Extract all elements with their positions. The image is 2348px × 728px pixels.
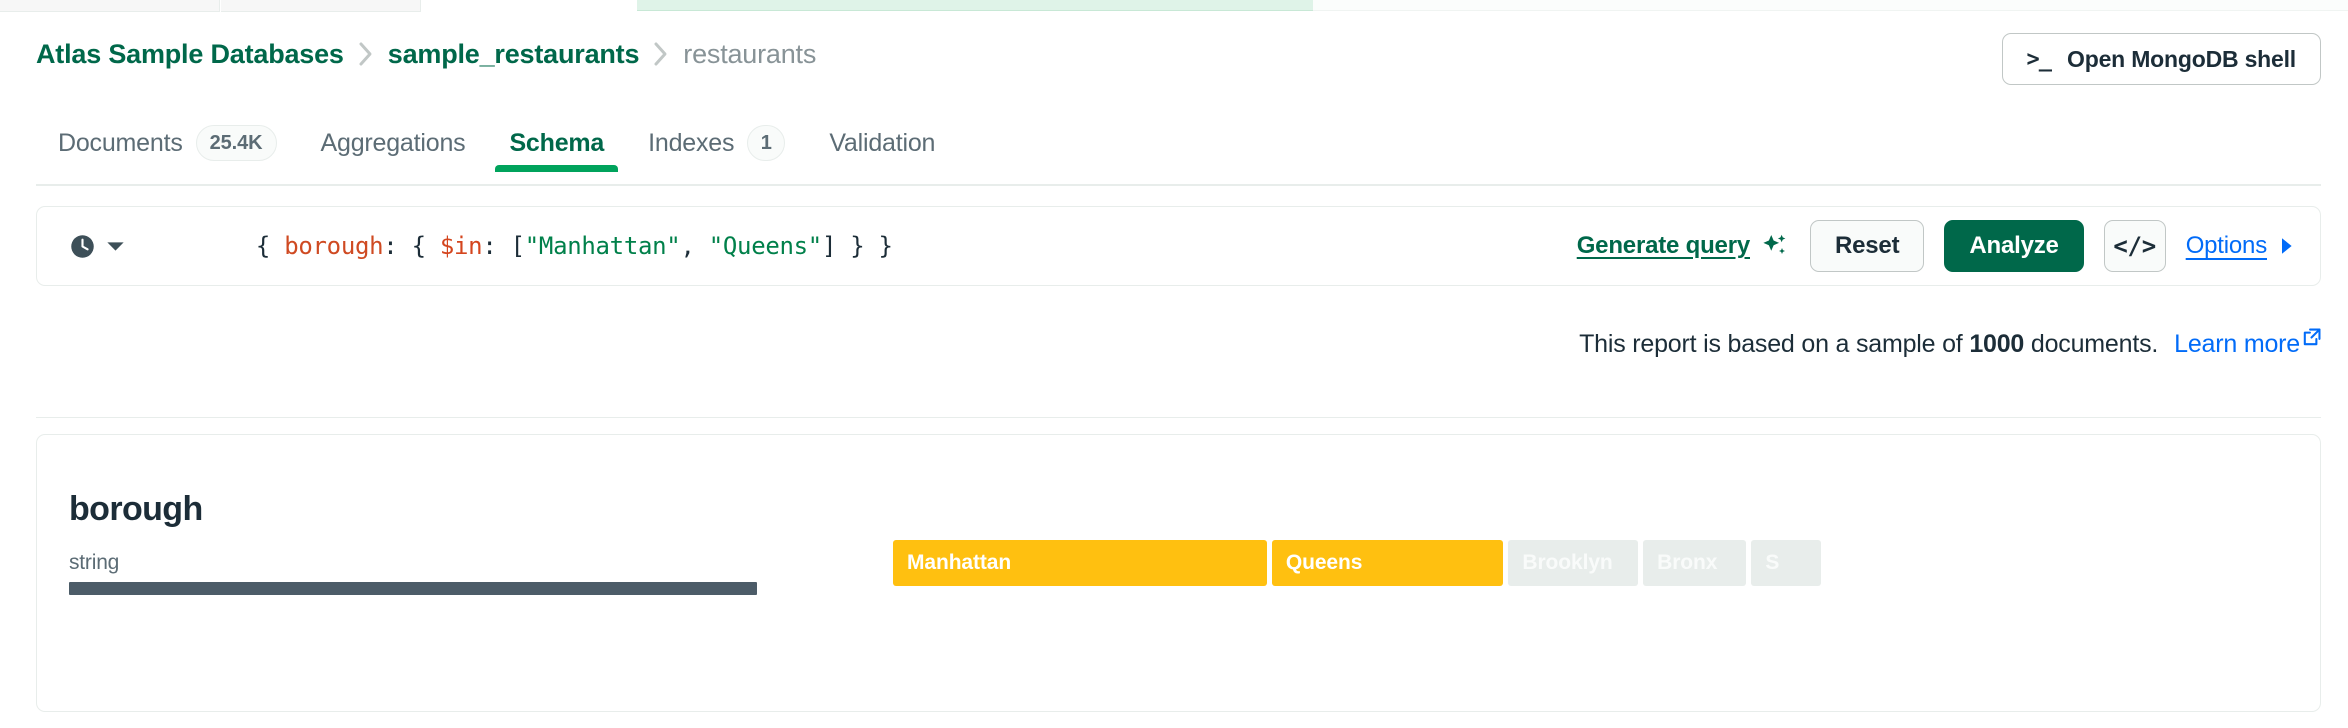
tab-validation-label: Validation xyxy=(829,128,936,157)
query-token-field: borough xyxy=(284,232,384,260)
query-bar-actions: Generate query Reset Analyze </> Options xyxy=(1577,220,2320,272)
tab-schema-label: Schema xyxy=(509,128,605,157)
tab-documents-count-badge: 25.4K xyxy=(195,125,277,161)
value-bar-brooklyn[interactable]: Brooklyn xyxy=(1508,540,1639,586)
tab-schema[interactable]: Schema xyxy=(487,100,626,172)
external-link-icon xyxy=(2303,328,2321,348)
query-token: ] } } xyxy=(821,232,893,260)
value-bar-label: S xyxy=(1765,551,1780,574)
top-strip-segment xyxy=(221,0,421,12)
page-header: Atlas Sample Databases sample_restaurant… xyxy=(0,13,2348,100)
chevron-down-icon xyxy=(106,240,125,253)
breadcrumb-item-collection: restaurants xyxy=(683,39,817,69)
open-mongodb-shell-button[interactable]: >_ Open MongoDB shell xyxy=(2001,33,2321,85)
query-options-label: Options xyxy=(2185,232,2268,259)
tab-aggregations-label: Aggregations xyxy=(320,128,466,157)
sample-size-note: This report is based on a sample of 1000… xyxy=(1579,328,2321,359)
generate-query-label: Generate query xyxy=(1576,232,1750,259)
tab-aggregations[interactable]: Aggregations xyxy=(299,100,488,172)
code-brackets-icon: </> xyxy=(2113,232,2157,260)
top-strip-pale xyxy=(1313,0,2348,11)
generate-query-button[interactable]: Generate query xyxy=(1577,231,1790,261)
analyze-button[interactable]: Analyze xyxy=(1944,220,2084,272)
value-bar-label: Queens xyxy=(1285,551,1363,574)
chevron-right-icon xyxy=(358,41,374,67)
value-bar-manhattan[interactable]: Manhattan xyxy=(893,540,1267,586)
tab-indexes-count-badge: 1 xyxy=(747,125,786,161)
top-strip-segment xyxy=(0,0,220,12)
value-bar-label: Brooklyn xyxy=(1522,551,1613,574)
reset-label: Reset xyxy=(1835,232,1900,259)
tab-validation[interactable]: Validation xyxy=(807,100,957,172)
sample-note-count: 1000 xyxy=(1969,330,2025,358)
breadcrumb-item-database-root[interactable]: Atlas Sample Databases xyxy=(36,39,344,70)
breadcrumb-item-database[interactable]: sample_restaurants xyxy=(388,39,640,70)
query-token-string: "Queens" xyxy=(708,232,823,260)
analyze-label: Analyze xyxy=(1969,232,2059,259)
schema-value-distribution: Manhattan Queens Brooklyn Bronx S xyxy=(893,540,2288,586)
caret-right-icon xyxy=(2279,237,2294,255)
query-token-operator: $in xyxy=(439,232,483,260)
chevron-right-icon xyxy=(653,41,669,67)
tab-documents-label: Documents xyxy=(58,128,183,157)
query-token: : [ xyxy=(482,232,525,260)
query-bar-container: { borough: { $in: ["Manhattan", "Queens"… xyxy=(36,206,2321,286)
collection-tabbar: Documents 25.4K Aggregations Schema Inde… xyxy=(0,100,2348,186)
breadcrumb: Atlas Sample Databases sample_restaurant… xyxy=(36,39,816,70)
schema-field-type-bar xyxy=(69,582,757,595)
sample-note-prefix: This report is based on a sample of xyxy=(1579,330,1963,358)
query-token: { xyxy=(255,232,285,260)
learn-more-link[interactable]: Learn more xyxy=(2174,328,2321,359)
schema-field-type-label: string xyxy=(69,551,120,574)
query-options-toggle[interactable]: Options xyxy=(2186,232,2294,260)
query-history-button[interactable] xyxy=(69,233,125,260)
sample-note-text: This report is based on a sample of 1000… xyxy=(1579,330,2158,359)
tab-documents[interactable]: Documents 25.4K xyxy=(36,100,299,172)
tab-indexes-label: Indexes xyxy=(648,128,735,157)
value-bar-bronx[interactable]: Bronx xyxy=(1643,540,1747,586)
reset-button[interactable]: Reset xyxy=(1810,220,1925,272)
query-token-string: "Manhattan" xyxy=(524,232,681,260)
query-bar: { borough: { $in: ["Manhattan", "Queens"… xyxy=(36,206,2321,286)
sample-note-suffix: documents. xyxy=(2030,330,2159,358)
value-bar-staten-island[interactable]: S xyxy=(1751,540,1822,586)
value-bar-label: Manhattan xyxy=(907,551,1012,574)
tabbar-divider xyxy=(36,184,2321,186)
query-filter-input[interactable]: { borough: { $in: ["Manhattan", "Queens"… xyxy=(171,204,893,288)
schema-field-card: borough string Manhattan Queens Brooklyn… xyxy=(36,434,2321,712)
tab-indexes[interactable]: Indexes 1 xyxy=(626,100,807,172)
top-strip-green-highlight xyxy=(637,0,1313,11)
learn-more-label: Learn more xyxy=(2174,330,2300,358)
terminal-prompt-icon: >_ xyxy=(2026,46,2052,72)
top-cutoff-strip xyxy=(0,0,2348,13)
clock-icon xyxy=(69,233,96,260)
schema-field-name: borough xyxy=(69,490,203,528)
schema-section-divider xyxy=(36,417,2321,418)
export-to-language-button[interactable]: </> xyxy=(2103,220,2166,272)
active-tab-indicator xyxy=(495,165,619,172)
sparkle-icon xyxy=(1760,231,1790,261)
query-token: , xyxy=(680,232,709,260)
value-bar-label: Bronx xyxy=(1657,551,1718,574)
value-bar-queens[interactable]: Queens xyxy=(1271,540,1504,586)
open-mongodb-shell-label: Open MongoDB shell xyxy=(2067,45,2296,72)
query-token: : { xyxy=(383,232,440,260)
